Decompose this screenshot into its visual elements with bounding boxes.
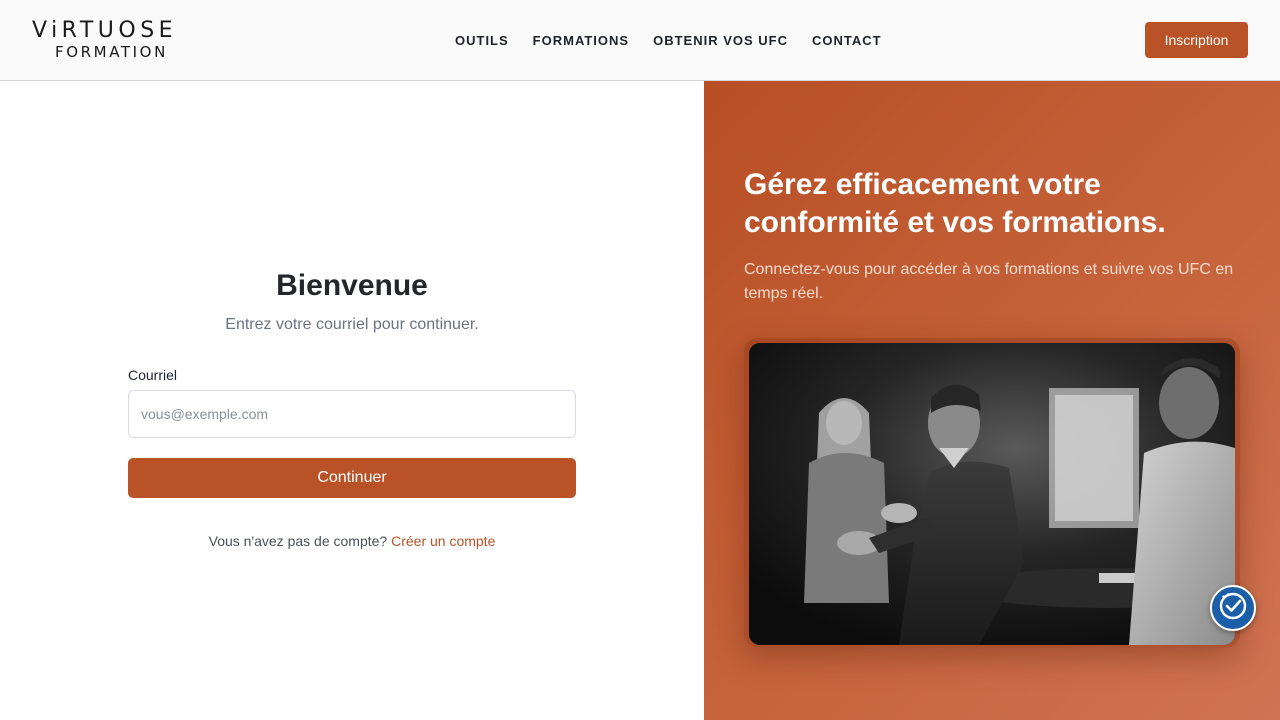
hero-subtitle: Connectez-vous pour accéder à vos format… [744, 261, 1234, 302]
accessibility-button[interactable] [1210, 585, 1256, 631]
hero-title: Gérez efficacement votre conformité et v… [744, 168, 1166, 239]
hero-photo-frame [744, 338, 1240, 648]
nav-item-formations[interactable]: FORMATIONS [533, 33, 629, 49]
welcome-subtitle: Entrez votre courriel pour continuer. [225, 316, 479, 333]
continue-button[interactable]: Continuer [128, 458, 576, 498]
nav-item-outils[interactable]: OUTILS [455, 33, 509, 49]
main-nav: OUTILS FORMATIONS OBTENIR VOS UFC CONTAC… [455, 33, 882, 49]
brand-logo[interactable]: ViRTUOSE FORMATION [32, 18, 202, 64]
brand-logo-line1: ViRTUOSE [32, 18, 178, 43]
login-panel: Bienvenue Entrez votre courriel pour con… [0, 81, 704, 720]
nav-item-contact[interactable]: CONTACT [812, 33, 882, 49]
email-field[interactable] [128, 390, 576, 438]
signup-button[interactable]: Inscription [1145, 22, 1248, 58]
hero-photo [749, 343, 1235, 645]
welcome-title: Bienvenue [276, 269, 428, 302]
accessibility-check-icon [1218, 591, 1248, 626]
create-account-link[interactable]: Créer un compte [391, 533, 495, 549]
no-account-text: Vous n'avez pas de compte? [208, 533, 388, 549]
hero-panel: Gérez efficacement votre conformité et v… [704, 81, 1280, 720]
create-account-prompt: Vous n'avez pas de compte? Créer un comp… [0, 532, 704, 550]
site-header: ViRTUOSE FORMATION OUTILS FORMATIONS OBT… [0, 0, 1280, 81]
nav-item-obtenir-ufc[interactable]: OBTENIR VOS UFC [653, 33, 788, 49]
email-label: Courriel [128, 367, 178, 383]
brand-logo-line2: FORMATION [55, 43, 168, 61]
